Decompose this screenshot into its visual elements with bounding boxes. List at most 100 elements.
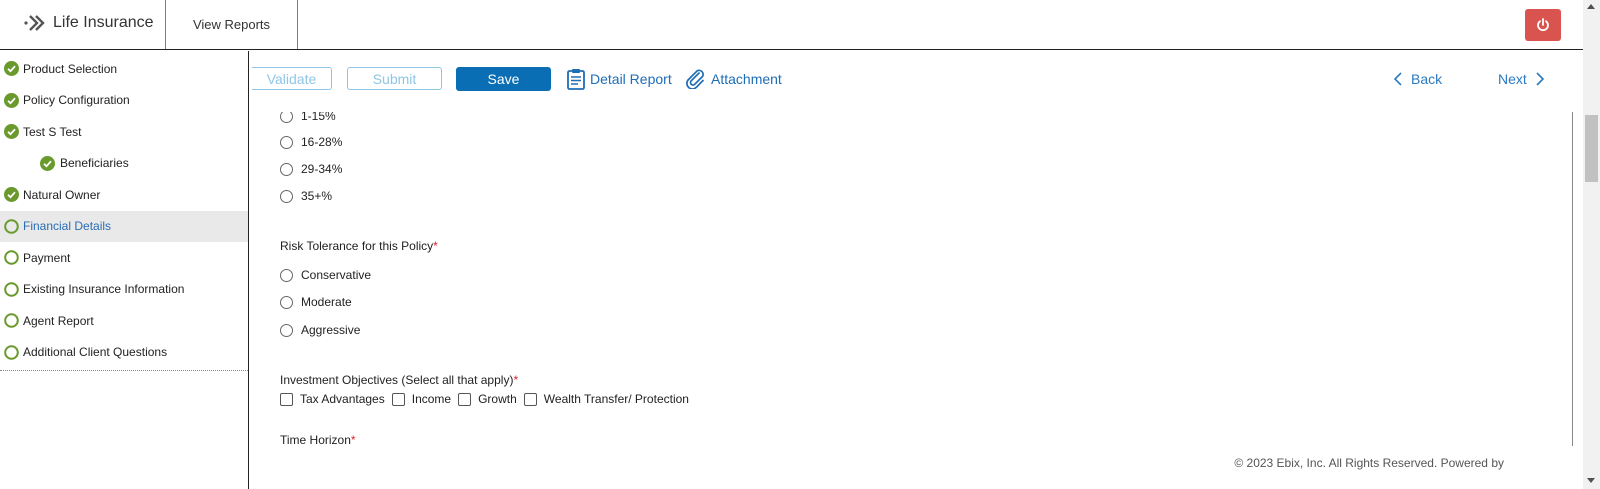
check-circle-icon <box>4 61 19 76</box>
detail-report-label: Detail Report <box>590 71 672 87</box>
sidebar-item-policy-configuration[interactable]: Policy Configuration <box>0 85 248 117</box>
risk-option-aggressive[interactable]: Aggressive <box>280 321 360 339</box>
sidebar-item-additional-client-questions[interactable]: Additional Client Questions <box>0 337 248 369</box>
sidebar-item-payment[interactable]: Payment <box>0 242 248 274</box>
sidebar-item-label: Beneficiaries <box>60 156 129 171</box>
checkbox-wealth-transfer[interactable] <box>523 392 537 406</box>
sidebar-item-natural-owner[interactable]: Natural Owner <box>0 179 248 211</box>
next-button[interactable]: Next <box>1498 67 1545 91</box>
check-circle-icon <box>4 187 19 202</box>
radio-button[interactable] <box>280 268 293 282</box>
check-circle-icon <box>4 124 19 139</box>
attachment-link[interactable]: Attachment <box>685 67 782 91</box>
option-label: 29-34% <box>301 162 343 176</box>
copyright-text: © 2023 Ebix, Inc. All Rights Reserved. P… <box>1234 456 1504 470</box>
radio-button[interactable] <box>280 135 293 149</box>
form-content: 1-15% 16-28% 29-34% 35+% Risk Tolerance … <box>250 112 1573 446</box>
page-scrollbar[interactable] <box>1583 0 1600 489</box>
required-marker: * <box>513 373 519 387</box>
checkbox-label: Wealth Transfer/ Protection <box>543 392 689 406</box>
footer: © 2023 Ebix, Inc. All Rights Reserved. P… <box>250 446 1583 489</box>
time-horizon-text: Time Horizon <box>280 433 351 446</box>
sidebar-item-label: Test S Test <box>23 124 82 139</box>
radio-button[interactable] <box>280 112 293 123</box>
attachment-label: Attachment <box>711 71 782 87</box>
option-label: 16-28% <box>301 135 343 149</box>
investment-objectives-options: Tax Advantages Income Growth Wealth Tran… <box>280 392 696 406</box>
sidebar-item-financial-details[interactable]: Financial Details <box>0 210 248 242</box>
radio-button[interactable] <box>280 295 293 309</box>
sidebar: Product Selection Policy Configuration T… <box>0 51 249 489</box>
checkbox-growth[interactable] <box>458 392 472 406</box>
scroll-down-icon[interactable] <box>1587 478 1595 483</box>
sidebar-item-product-selection[interactable]: Product Selection <box>0 53 248 85</box>
view-reports-tab[interactable]: View Reports <box>166 0 298 49</box>
clipboard-icon <box>567 69 585 90</box>
option-label: 1-15% <box>301 112 336 123</box>
empty-circle-icon <box>4 250 19 265</box>
required-marker: * <box>433 239 438 253</box>
chevron-left-icon <box>1393 72 1402 86</box>
time-horizon-label: Time Horizon* <box>280 433 356 446</box>
checkbox-label: Growth <box>478 392 517 406</box>
check-circle-icon <box>40 155 55 171</box>
sidebar-item-agent-report[interactable]: Agent Report <box>0 305 248 337</box>
checkbox-label: Income <box>411 392 452 406</box>
sidebar-item-label: Agent Report <box>23 313 94 328</box>
sidebar-item-label: Natural Owner <box>23 187 101 202</box>
risk-tolerance-label: Risk Tolerance for this Policy* <box>280 239 438 253</box>
empty-circle-icon <box>4 218 19 234</box>
sidebar-item-label: Additional Client Questions <box>23 345 168 360</box>
app-title: Life Insurance <box>53 14 154 31</box>
empty-circle-icon <box>4 281 19 297</box>
detail-report-link[interactable]: Detail Report <box>566 67 672 91</box>
required-marker: * <box>350 433 356 446</box>
sidebar-item-label: Product Selection <box>23 61 118 76</box>
next-label: Next <box>1498 71 1527 87</box>
sidebar-item-label: Existing Insurance Information <box>23 282 185 297</box>
logo-chevrons-icon <box>24 15 45 31</box>
sidebar-item-label: Financial Details <box>23 219 112 234</box>
brand[interactable]: Life Insurance <box>0 0 166 49</box>
checkbox-income[interactable] <box>391 392 405 406</box>
risk-tolerance-text: Risk Tolerance for this Policy <box>280 239 434 253</box>
sidebar-list: Product Selection Policy Configuration T… <box>0 51 248 371</box>
risk-option-conservative[interactable]: Conservative <box>280 266 371 284</box>
top-bar: Life Insurance View Reports <box>0 0 1583 50</box>
back-label: Back <box>1411 71 1443 87</box>
option-label: Conservative <box>301 268 372 282</box>
toolbar: Validate Submit Save Detail Report Attac… <box>250 51 1583 109</box>
tax-bracket-option[interactable]: 1-15% <box>280 112 336 125</box>
checkbox-tax-advantages[interactable] <box>280 392 293 406</box>
tax-bracket-option[interactable]: 35+% <box>280 187 332 205</box>
power-icon <box>1537 18 1549 32</box>
logout-button[interactable] <box>1525 9 1561 41</box>
investment-objectives-label: Investment Objectives (Select all that a… <box>280 373 518 387</box>
validate-button[interactable]: Validate <box>252 67 332 90</box>
checkbox-label: Tax Advantages <box>300 392 385 406</box>
investment-objectives-text: Investment Objectives (Select all that a… <box>280 373 514 387</box>
scrollbar-thumb[interactable] <box>1585 115 1598 182</box>
option-label: Moderate <box>301 295 352 309</box>
radio-button[interactable] <box>280 189 293 203</box>
sidebar-item-beneficiaries[interactable]: Beneficiaries <box>0 148 248 180</box>
tax-bracket-option[interactable]: 29-34% <box>280 160 342 178</box>
check-circle-icon <box>4 92 19 108</box>
scroll-up-icon[interactable] <box>1587 4 1595 9</box>
chevron-right-icon <box>1536 72 1544 86</box>
empty-circle-icon <box>4 313 19 328</box>
save-button[interactable]: Save <box>456 67 551 91</box>
sidebar-item-test-s-test[interactable]: Test S Test <box>0 116 248 148</box>
option-label: Aggressive <box>301 323 361 337</box>
risk-option-moderate[interactable]: Moderate <box>280 293 352 311</box>
radio-button[interactable] <box>280 162 293 176</box>
empty-circle-icon <box>4 344 19 360</box>
tax-bracket-option[interactable]: 16-28% <box>280 133 342 151</box>
submit-button[interactable]: Submit <box>347 67 442 90</box>
paperclip-icon <box>686 69 704 89</box>
radio-button[interactable] <box>280 323 293 337</box>
back-button[interactable]: Back <box>1393 67 1442 91</box>
sidebar-item-existing-insurance-information[interactable]: Existing Insurance Information <box>0 274 248 306</box>
option-label: 35+% <box>301 189 333 203</box>
sidebar-item-label: Policy Configuration <box>23 93 130 108</box>
